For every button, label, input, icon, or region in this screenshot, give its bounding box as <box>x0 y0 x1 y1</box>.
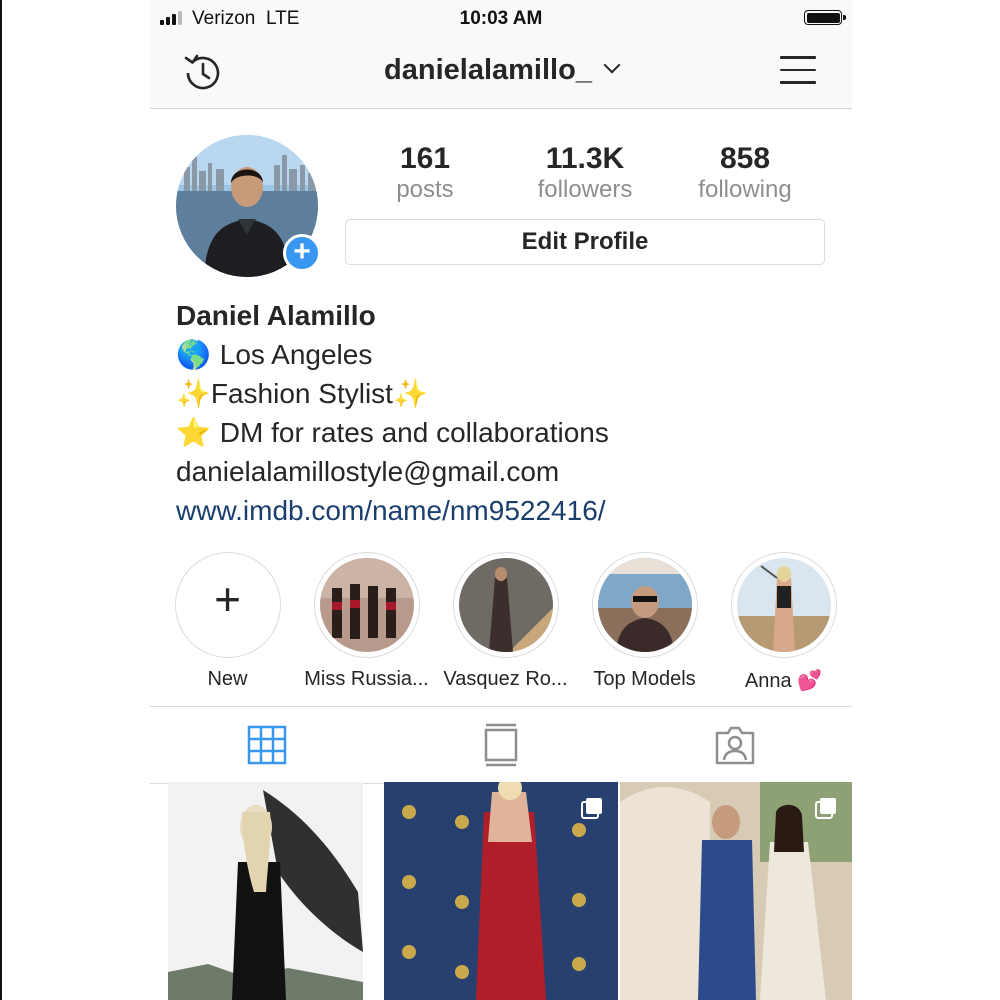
window-edge <box>0 0 2 1000</box>
username-label: danielalamillo_ <box>384 54 592 86</box>
username-switcher[interactable]: danielalamillo_ <box>150 54 852 87</box>
following-label: following <box>698 176 792 203</box>
star-icon: ⭐ <box>176 417 211 448</box>
tab-feed[interactable] <box>384 707 618 783</box>
followers-value: 11.3K <box>545 142 625 175</box>
followers-label: followers <box>537 176 633 203</box>
multiple-photos-icon <box>581 798 602 819</box>
highlight-label: Miss Russia... <box>304 668 429 690</box>
tab-tagged[interactable] <box>618 707 852 783</box>
grid-icon <box>247 725 287 765</box>
highlight-label: Top Models <box>593 668 696 690</box>
profile-header: danielalamillo_ <box>150 36 852 109</box>
multiple-photos-icon <box>815 798 836 819</box>
menu-icon[interactable] <box>780 56 816 86</box>
sparkles-icon: ✨ <box>176 378 211 409</box>
bio-location: 🌎 Los Angeles <box>176 335 836 374</box>
sparkles-icon: ✨ <box>392 378 428 409</box>
tagged-icon <box>715 726 755 765</box>
highlight-label: New <box>207 668 248 690</box>
posts-label: posts <box>396 176 454 203</box>
profile-bio: Daniel Alamillo 🌎 Los Angeles ✨Fashion S… <box>176 296 836 530</box>
highlight-label: Vasquez Ro... <box>443 668 568 690</box>
highlight-label: Anna 💕 <box>744 670 823 692</box>
highlight-miss-russia[interactable]: Miss Russia... <box>304 552 429 691</box>
bio-contact-note: ⭐ DM for rates and collaborations <box>176 413 836 452</box>
post-thumbnail[interactable] <box>168 782 363 1000</box>
bio-website-link[interactable]: www.imdb.com/name/nm9522416/ <box>176 491 836 530</box>
tab-grid[interactable] <box>150 707 384 783</box>
profile-tab-bar <box>150 706 852 784</box>
post-thumbnail[interactable] <box>620 782 852 1000</box>
status-bar: Verizon LTE 10:03 AM <box>150 0 852 36</box>
bio-email: danielalamillostyle@gmail.com <box>176 456 560 487</box>
bio-title: ✨Fashion Stylist✨ <box>176 378 428 409</box>
igtv-icon <box>484 723 518 767</box>
status-time: 10:03 AM <box>459 8 543 29</box>
followers-count[interactable]: 11.3K followers <box>510 142 660 204</box>
posts-value: 161 <box>399 142 451 175</box>
highlight-anna[interactable]: Anna 💕 <box>721 552 846 693</box>
plus-icon: + <box>214 573 241 625</box>
battery-icon <box>804 10 846 25</box>
highlight-vasquez[interactable]: Vasquez Ro... <box>443 552 568 691</box>
highlight-top-models[interactable]: Top Models <box>582 552 707 691</box>
following-value: 858 <box>719 142 771 175</box>
post-thumbnail[interactable] <box>384 782 618 1000</box>
instagram-profile-screen: Verizon LTE 10:03 AM danielalamillo_ + 1… <box>150 0 852 1000</box>
edit-profile-button[interactable]: Edit Profile <box>345 219 825 265</box>
posts-count[interactable]: 161 posts <box>350 142 500 204</box>
display-name: Daniel Alamillo <box>176 300 376 331</box>
chevron-down-icon <box>603 56 621 74</box>
following-count[interactable]: 858 following <box>670 142 820 204</box>
globe-icon: 🌎 <box>176 339 211 370</box>
post-grid <box>150 782 852 1000</box>
highlight-new[interactable]: + New <box>165 552 290 691</box>
add-story-button[interactable]: + <box>283 234 321 272</box>
